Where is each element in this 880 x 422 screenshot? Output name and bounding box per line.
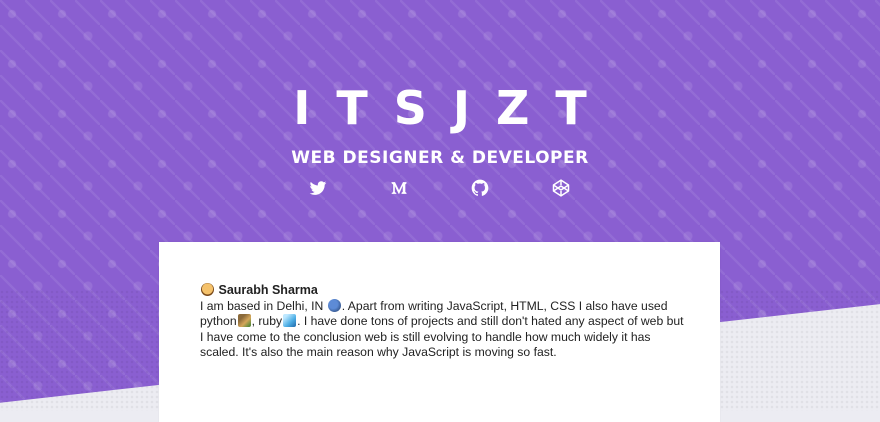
- codepen-link[interactable]: [551, 178, 571, 198]
- about-text: Saurabh Sharma I am based in Delhi, IN . …: [200, 283, 690, 361]
- github-link[interactable]: [470, 178, 490, 198]
- author-line: Saurabh Sharma: [200, 283, 690, 299]
- face-emoji-icon: [201, 283, 214, 296]
- about-text-part-3: , ruby: [251, 314, 283, 328]
- social-links: [0, 178, 880, 198]
- snake-emoji-icon: [237, 314, 251, 327]
- globe-emoji-icon: [327, 298, 341, 312]
- medium-link[interactable]: [389, 178, 409, 198]
- twitter-link[interactable]: [308, 178, 328, 198]
- codepen-icon: [552, 179, 570, 197]
- author-name: Saurabh Sharma: [218, 283, 318, 297]
- twitter-icon: [309, 181, 327, 195]
- site-subtitle: WEB DESIGNER & DEVELOPER: [291, 148, 589, 168]
- about-card: Saurabh Sharma I am based in Delhi, IN . …: [159, 242, 720, 422]
- gem-emoji-icon: [283, 314, 297, 327]
- github-icon: [471, 179, 489, 196]
- site-title: ITSJZT: [293, 81, 613, 135]
- medium-icon: [391, 182, 407, 194]
- about-text-part-1: I am based in Delhi, IN: [200, 298, 324, 313]
